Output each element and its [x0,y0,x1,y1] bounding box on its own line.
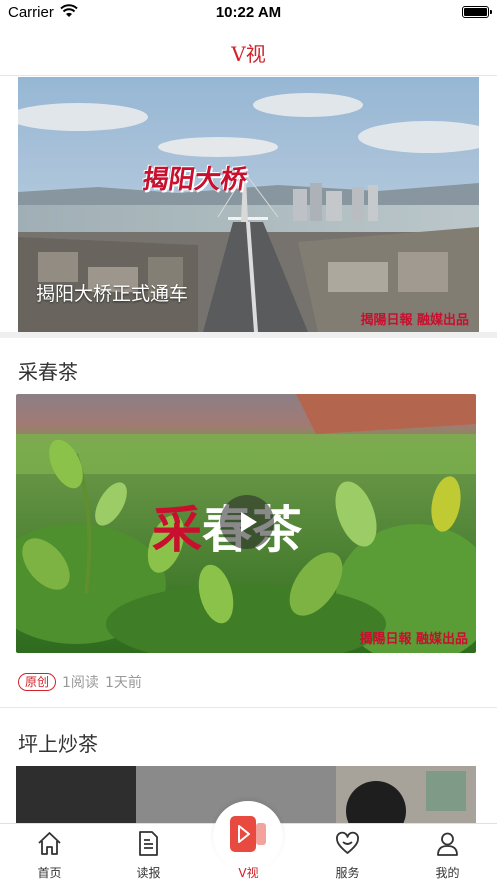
clock: 10:22 AM [215,4,282,21]
tab-label: 首页 [37,866,62,880]
tab-bar: 首页 读报 V视 服务 我的 [0,801,497,883]
publish-time: 1天前 [104,675,142,691]
tab-profile[interactable]: 我的 [398,824,497,883]
hero-watermark: 揭陽日報 融媒出品 [360,313,469,328]
feed[interactable]: 揭阳大桥 揭阳大桥正式通车 揭陽日報 融媒出品 采春茶 采 揭陽日報 融媒出品 … [0,77,497,823]
article-title[interactable]: 坪上炒茶 [18,728,98,757]
battery-icon [462,6,492,18]
hero-caption[interactable]: 揭阳大桥正式通车 [36,279,188,306]
original-badge: 原创 [18,673,57,691]
newspaper-icon [139,831,158,856]
read-count: 1阅读 [62,675,99,691]
tab-newspaper[interactable]: 读报 [99,824,198,883]
article-meta: 原创 1阅读 1天前 [18,672,142,692]
page-title: V视 [231,42,266,66]
section-divider [0,332,497,338]
tab-home[interactable]: 首页 [0,824,99,883]
tab-label: 服务 [335,866,360,880]
user-icon [437,832,458,856]
hero-video-card[interactable]: 揭阳大桥 揭阳大桥正式通车 揭陽日報 融媒出品 [18,77,479,332]
tab-label: V视 [238,866,259,880]
video-play-icon[interactable] [229,815,267,853]
nav-bar: V视 [0,26,497,76]
video-watermark: 揭陽日報 融媒出品 [359,632,468,647]
status-bar: Carrier 10:22 AM [0,0,497,26]
tab-label: 读报 [136,866,161,880]
tab-services[interactable]: 服务 [298,824,397,883]
video-thumbnail[interactable]: 采春茶 揭陽日報 融媒出品 [16,394,476,653]
article-title[interactable]: 采春茶 [18,356,78,385]
play-button[interactable] [220,495,274,549]
hero-art-title: 揭阳大桥 [140,165,249,195]
list-divider [0,707,497,708]
heart-service-icon [336,831,359,854]
tab-label: 我的 [435,866,460,880]
home-icon [38,832,61,855]
